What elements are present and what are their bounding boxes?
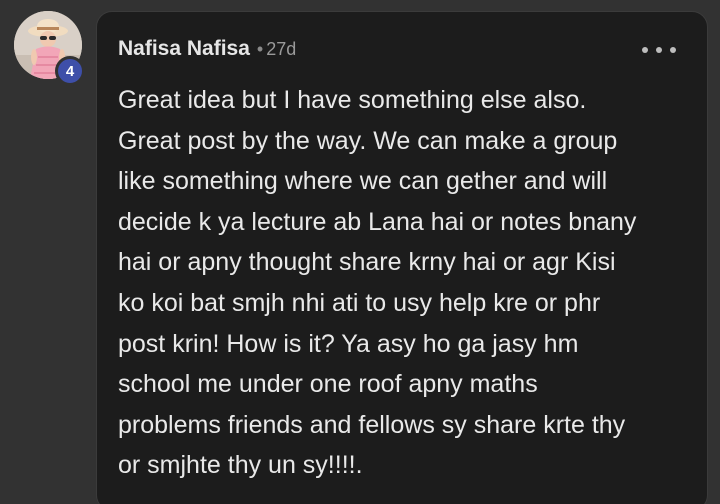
ellipsis-horizontal-icon [656,47,662,53]
ellipsis-horizontal-icon [642,47,648,53]
comment-text-line: Great post by the way. We can make a gro… [118,126,618,155]
comment-text-line: decide k ya lecture ab Lana hai or notes… [118,207,637,236]
comment-text-line: post krin! How is it? Ya asy ho ga jasy … [118,329,579,358]
author-avatar-wrap[interactable]: 4 [14,11,85,86]
comment-timestamp[interactable]: 27d [266,39,296,60]
comment-card: Nafisa Nafisa • 27d Great idea but I hav… [96,11,708,504]
comment-text-line: problems friends and fellows sy share kr… [118,410,626,439]
comment-thread: 4 Nafisa Nafisa • 27d Great idea but I h… [0,0,720,504]
comment-text-line: ko koi bat smjh nhi ati to usy help kre … [118,288,601,317]
comment-body: Great idea but I have something else als… [118,80,698,486]
comment-text-line: like something where we can gether and w… [118,167,608,196]
more-options-button[interactable] [642,43,676,57]
comment-text-line: hai or apny thought share krny hai or ag… [118,248,616,277]
comment-text-line: Great idea but I have something else als… [118,86,587,114]
author-name[interactable]: Nafisa Nafisa [118,37,250,61]
comment-text-line: or smjhte thy un sy!!!!. [118,451,363,480]
comment-text-line: school me under one roof apny maths [118,370,538,399]
ellipsis-horizontal-icon [670,47,676,53]
notification-count-badge: 4 [55,56,85,86]
meta-separator: • [256,39,264,59]
comment-header: Nafisa Nafisa • 27d [118,37,296,61]
